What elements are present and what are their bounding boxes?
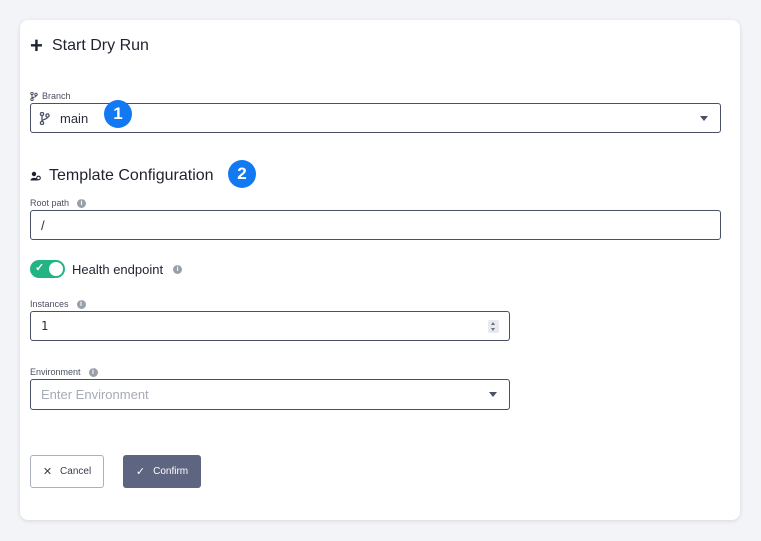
info-icon: i — [173, 265, 183, 274]
environment-placeholder: Enter Environment — [41, 387, 149, 402]
step-badge-2: 2 — [228, 160, 256, 188]
check-icon: ✓ — [135, 466, 146, 478]
instances-input[interactable]: 1 — [30, 311, 510, 341]
root-path-label: Root path i — [30, 198, 87, 208]
branch-label: Branch — [30, 91, 71, 101]
info-icon: i — [77, 198, 87, 208]
check-icon: ✓ — [35, 262, 45, 274]
close-icon: ✕ — [42, 466, 53, 478]
environment-select[interactable]: Enter Environment — [30, 379, 510, 410]
branch-value: main — [60, 110, 89, 126]
branch-select[interactable]: main — [30, 103, 721, 133]
git-branch-icon — [30, 91, 38, 101]
dialog-title: + Start Dry Run — [30, 33, 149, 58]
number-stepper[interactable] — [488, 319, 499, 333]
caret-down-icon — [700, 115, 708, 121]
dry-run-dialog: + Start Dry Run Branch main 1 Template C… — [20, 20, 740, 520]
environment-label: Environment i — [30, 367, 98, 377]
toggle-knob — [49, 262, 63, 276]
health-endpoint-toggle[interactable]: ✓ — [30, 260, 65, 278]
info-icon: i — [76, 299, 86, 309]
confirm-button[interactable]: ✓ Confirm — [123, 455, 201, 488]
people-group-icon — [30, 171, 41, 181]
git-branch-icon — [39, 111, 50, 125]
info-icon: i — [88, 367, 98, 377]
cancel-button[interactable]: ✕ Cancel — [30, 455, 104, 488]
template-configuration-heading: Template Configuration — [30, 167, 214, 185]
dialog-title-text: Start Dry Run — [52, 37, 149, 54]
health-endpoint-label: Health endpoint i — [72, 262, 183, 277]
root-path-input[interactable]: / — [30, 210, 721, 240]
caret-down-icon — [489, 392, 497, 397]
plus-icon: + — [30, 33, 43, 58]
stepper-up-icon[interactable] — [491, 321, 495, 325]
instances-label: Instances i — [30, 299, 86, 309]
stepper-down-icon[interactable] — [491, 327, 495, 331]
step-badge-1: 1 — [104, 100, 132, 128]
